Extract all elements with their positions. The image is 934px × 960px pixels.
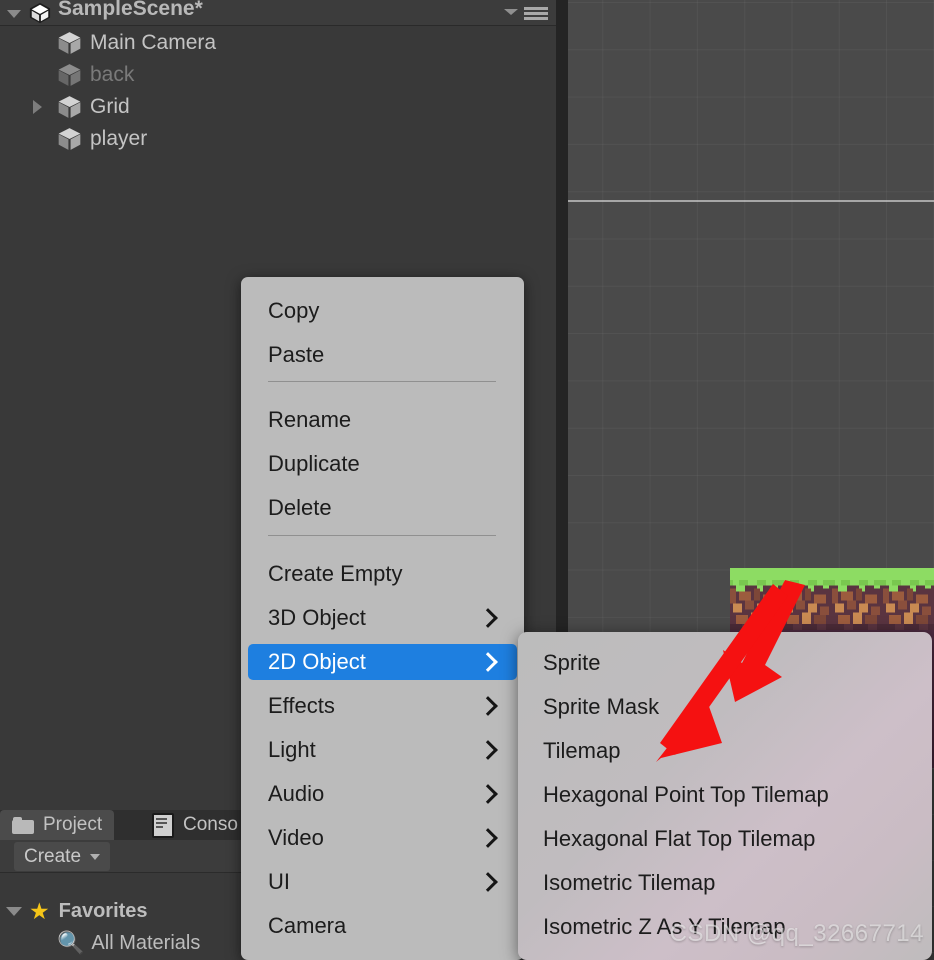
hierarchy-item-grid[interactable]: Grid — [0, 91, 556, 124]
unity-logo-icon — [29, 2, 51, 24]
chevron-right-icon — [478, 652, 498, 672]
tab-project[interactable]: Project — [0, 810, 115, 840]
cube-icon — [58, 128, 81, 150]
chevron-right-icon — [478, 608, 498, 628]
menu-item-duplicate[interactable]: Duplicate — [248, 446, 517, 482]
submenu-item-hexagonal-flat-top-tilemap[interactable]: Hexagonal Flat Top Tilemap — [526, 821, 924, 857]
hierarchy-header-icons — [504, 5, 548, 21]
menu-item-label: Paste — [268, 342, 325, 367]
menu-item-label: Video — [268, 825, 324, 850]
menu-item-label: Light — [268, 737, 316, 762]
menu-item-label: Audio — [268, 781, 325, 806]
hierarchy-item-label: back — [90, 63, 135, 86]
expand-arrow-icon[interactable] — [33, 100, 42, 114]
chevron-right-icon — [478, 696, 498, 716]
menu-item-2d-object[interactable]: 2D Object — [248, 644, 517, 680]
hierarchy-item-label: player — [90, 127, 148, 150]
menu-item-label: Delete — [268, 495, 332, 520]
chevron-right-icon — [478, 872, 498, 892]
menu-item-label: Create Empty — [268, 561, 403, 586]
menu-item-video[interactable]: Video — [248, 820, 517, 856]
watermark-text: CSDN @qq_32667714 — [669, 920, 924, 947]
scene-name-label: SampleScene* — [58, 0, 203, 20]
menu-item-label: Rename — [268, 407, 352, 432]
chevron-right-icon — [478, 740, 498, 760]
favorites-item-label: All Materials — [91, 931, 201, 954]
unity-editor-window: SampleScene* Main Camera back Grid playe… — [0, 0, 934, 960]
submenu-item-label: Tilemap — [543, 738, 621, 763]
menu-item-camera[interactable]: Camera — [248, 908, 517, 944]
menu-item-label: UI — [268, 869, 290, 894]
submenu-item-label: Sprite Mask — [543, 694, 660, 719]
menu-item-label: Camera — [268, 913, 347, 938]
tab-label: Project — [43, 814, 103, 835]
scene-grid-axis-line — [568, 200, 934, 202]
menu-item-label: Duplicate — [268, 451, 360, 476]
menu-item-light[interactable]: Light — [248, 732, 517, 768]
filter-dropdown-icon[interactable] — [504, 9, 518, 15]
menu-item-label: Effects — [268, 693, 335, 718]
caret-down-icon — [90, 853, 101, 860]
hierarchy-item-back[interactable]: back — [0, 59, 556, 92]
submenu-item-label: Sprite — [543, 650, 601, 675]
context-menu[interactable]: Copy Paste Rename Duplicate Delete Creat… — [241, 277, 524, 960]
foldout-triangle-down-icon[interactable] — [6, 906, 22, 916]
create-button[interactable]: Create — [14, 842, 111, 871]
menu-item-paste[interactable]: Paste — [248, 337, 517, 373]
cube-icon — [58, 64, 81, 86]
submenu-item-sprite-mask[interactable]: Sprite Mask — [526, 689, 924, 725]
tab-label: Conso — [183, 814, 238, 835]
star-icon: ★ — [29, 897, 50, 924]
favorites-label: Favorites — [58, 899, 148, 922]
hierarchy-item-label: Main Camera — [90, 31, 217, 54]
menu-item-copy[interactable]: Copy — [248, 293, 517, 329]
menu-item-delete[interactable]: Delete — [248, 490, 517, 526]
folder-icon — [12, 816, 34, 834]
menu-item-audio[interactable]: Audio — [248, 776, 517, 812]
menu-separator — [268, 535, 496, 536]
cube-icon — [58, 96, 81, 118]
search-magnifier-icon: 🔍 — [57, 930, 85, 955]
submenu-item-tilemap[interactable]: Tilemap — [526, 733, 924, 769]
submenu-item-label: Hexagonal Flat Top Tilemap — [543, 826, 816, 851]
menu-item-rename[interactable]: Rename — [248, 402, 517, 438]
grass-dirt-tileset-icon — [730, 568, 934, 630]
console-icon — [152, 812, 174, 838]
menu-item-label: 2D Object — [268, 649, 366, 674]
hierarchy-item-player[interactable]: player — [0, 123, 556, 156]
tab-console[interactable]: Conso — [140, 810, 250, 840]
chevron-right-icon — [478, 784, 498, 804]
menu-item-effects[interactable]: Effects — [248, 688, 517, 724]
submenu-item-isometric-tilemap[interactable]: Isometric Tilemap — [526, 865, 924, 901]
submenu-item-hexagonal-point-top-tilemap[interactable]: Hexagonal Point Top Tilemap — [526, 777, 924, 813]
submenu-item-label: Isometric Tilemap — [543, 870, 716, 895]
hamburger-menu-icon[interactable] — [524, 7, 548, 20]
submenu-item-label: Hexagonal Point Top Tilemap — [543, 782, 829, 807]
scene-foldout-icon[interactable] — [4, 4, 22, 22]
hierarchy-item-label: Grid — [90, 95, 130, 118]
menu-item-3d-object[interactable]: 3D Object — [248, 600, 517, 636]
menu-separator — [268, 381, 496, 382]
menu-item-label: 3D Object — [268, 605, 366, 630]
create-button-label: Create — [24, 845, 82, 867]
chevron-right-icon — [478, 828, 498, 848]
hierarchy-header: SampleScene* — [0, 0, 556, 26]
cube-icon — [58, 32, 81, 54]
menu-item-create-empty[interactable]: Create Empty — [248, 556, 517, 592]
submenu-item-sprite[interactable]: Sprite — [526, 645, 924, 681]
menu-item-label: Copy — [268, 298, 320, 323]
submenu-2d-object[interactable]: Sprite Sprite Mask Tilemap Hexagonal Poi… — [518, 632, 932, 960]
hierarchy-item-main-camera[interactable]: Main Camera — [0, 27, 556, 60]
tilemap-sprite-strip — [730, 568, 934, 630]
menu-item-ui[interactable]: UI — [248, 864, 517, 900]
